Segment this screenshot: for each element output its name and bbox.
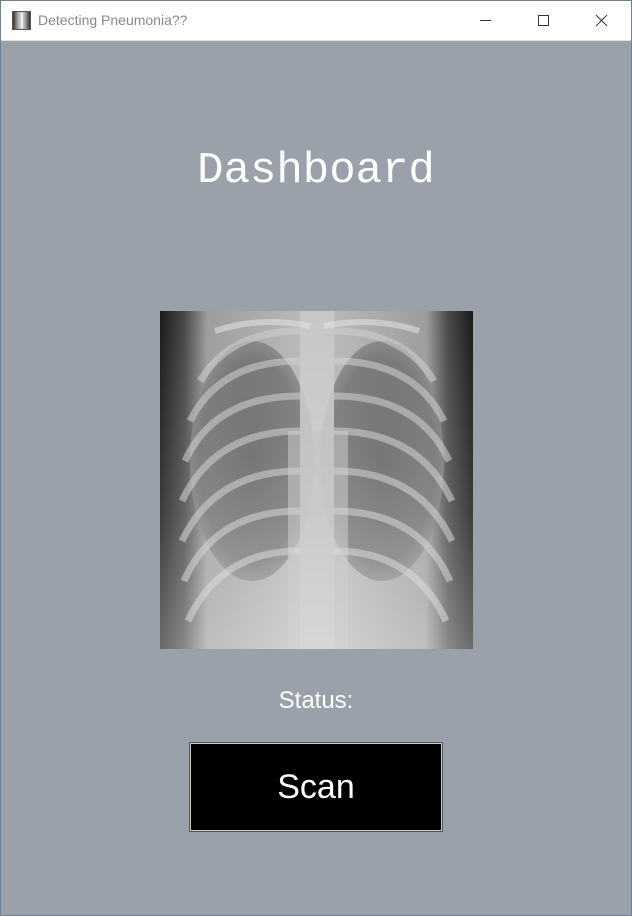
- window-title: Detecting Pneumonia??: [38, 12, 188, 28]
- page-title: Dashboard: [197, 146, 435, 196]
- title-bar[interactable]: Detecting Pneumonia??: [1, 1, 631, 41]
- status-label: Status:: [278, 687, 354, 714]
- scan-button[interactable]: Scan: [189, 742, 443, 832]
- close-icon: [595, 14, 608, 27]
- dashboard-panel: Dashboard Status: Scan: [1, 41, 631, 915]
- chest-xray-image: [160, 311, 473, 649]
- minimize-icon: [480, 20, 491, 21]
- maximize-icon: [538, 15, 549, 26]
- close-button[interactable]: [572, 1, 630, 40]
- maximize-button[interactable]: [514, 1, 572, 40]
- xray-app-icon: [12, 11, 31, 30]
- app-window: Detecting Pneumonia?? Dashboard Status: …: [0, 0, 632, 916]
- minimize-button[interactable]: [456, 1, 514, 40]
